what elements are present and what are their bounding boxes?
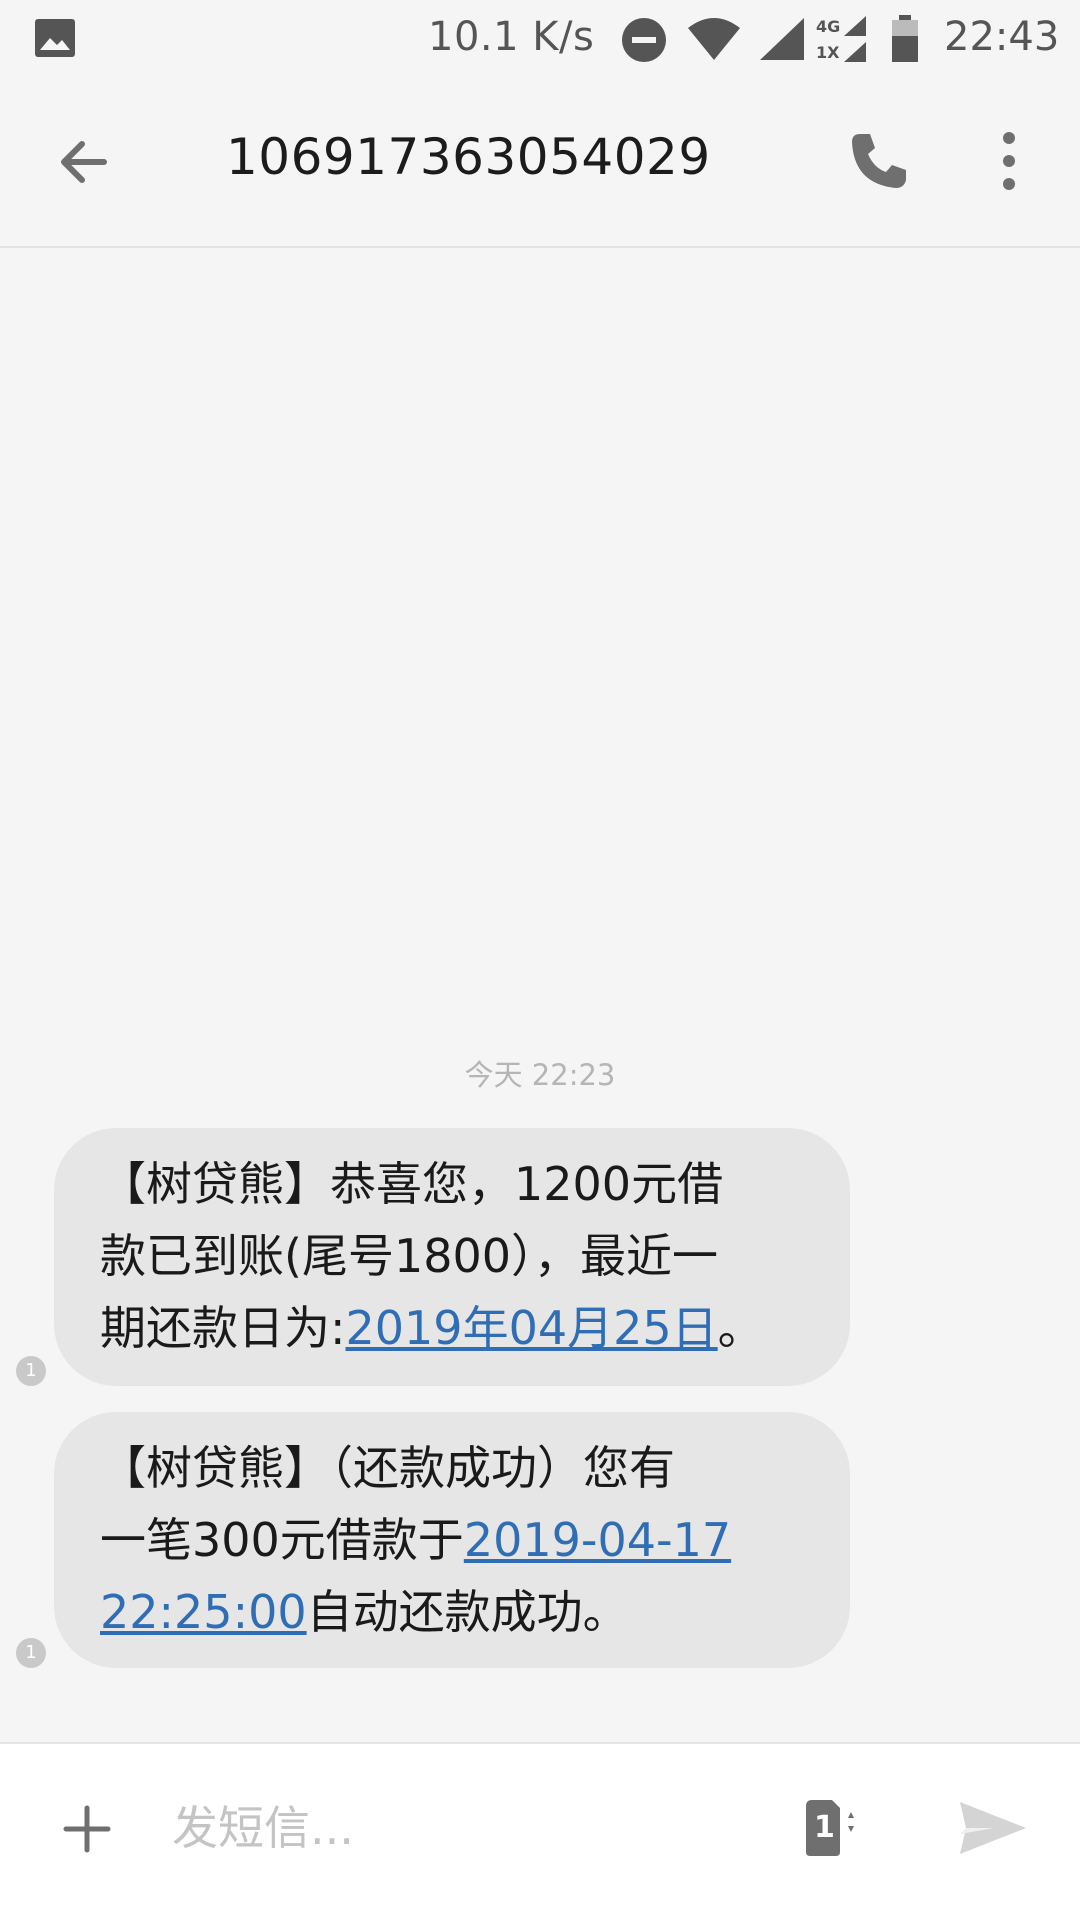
messaging-screen: 10.1 K/s 4G 1X 22:43 106917363054029 今天 … <box>0 0 1080 1920</box>
signal-4g-1x-icon: 4G 1X <box>816 16 866 62</box>
phone-icon[interactable] <box>846 128 912 194</box>
wifi-icon <box>688 18 740 60</box>
sim-indicator-badge: 1 <box>16 1638 46 1668</box>
message-bubble[interactable]: 【树贷熊】恭喜您，1200元借 款已到账(尾号1800），最近一 期还款日为:2… <box>54 1128 850 1386</box>
network-speed: 10.1 K/s <box>428 14 595 60</box>
message-bubble[interactable]: 【树贷熊】（还款成功）您有 一笔300元借款于2019-04-17 22:25:… <box>54 1412 850 1668</box>
sim-selector[interactable]: 1 <box>800 1796 860 1860</box>
plus-icon[interactable] <box>62 1804 112 1854</box>
dnd-icon <box>622 18 666 62</box>
message-timestamp: 今天 22:23 <box>464 1058 616 1092</box>
message-line: 期还款日为:2019年04月25日。 <box>100 1292 800 1364</box>
message-line: 一笔300元借款于2019-04-17 <box>100 1504 800 1576</box>
date-link[interactable]: 2019年04月25日 <box>346 1301 718 1355</box>
sim-indicator-badge: 1 <box>16 1356 46 1386</box>
sim-number-label: 1 <box>814 1810 835 1845</box>
message-line: 【树贷熊】（还款成功）您有 <box>100 1441 675 1495</box>
conversation-header: 106917363054029 <box>0 78 1080 248</box>
message-text: 自动还款成功。 <box>306 1585 629 1639</box>
battery-icon <box>892 15 918 62</box>
label-4g: 4G <box>816 17 840 36</box>
back-arrow-icon[interactable] <box>52 130 116 194</box>
date-link[interactable]: 2019-04-17 <box>464 1513 731 1567</box>
compose-bar: 1 <box>0 1742 1080 1920</box>
contact-number-title: 106917363054029 <box>226 128 711 186</box>
message-text: 。 <box>717 1301 764 1355</box>
send-icon[interactable] <box>958 1800 1028 1856</box>
status-clock: 22:43 <box>944 14 1060 60</box>
message-text: 一笔300元借款于 <box>100 1513 464 1567</box>
signal-icon <box>760 18 804 60</box>
status-bar: 10.1 K/s 4G 1X 22:43 <box>0 0 1080 78</box>
label-1x: 1X <box>816 43 840 62</box>
message-line: 22:25:00自动还款成功。 <box>100 1576 800 1648</box>
message-line: 款已到账(尾号1800），最近一 <box>100 1229 719 1283</box>
more-vert-icon[interactable] <box>994 130 1024 192</box>
time-link[interactable]: 22:25:00 <box>100 1585 307 1639</box>
message-line: 【树贷熊】恭喜您，1200元借 <box>100 1157 724 1211</box>
message-text: 期还款日为: <box>100 1301 346 1355</box>
gallery-icon <box>35 19 75 57</box>
message-input[interactable] <box>172 1788 732 1868</box>
